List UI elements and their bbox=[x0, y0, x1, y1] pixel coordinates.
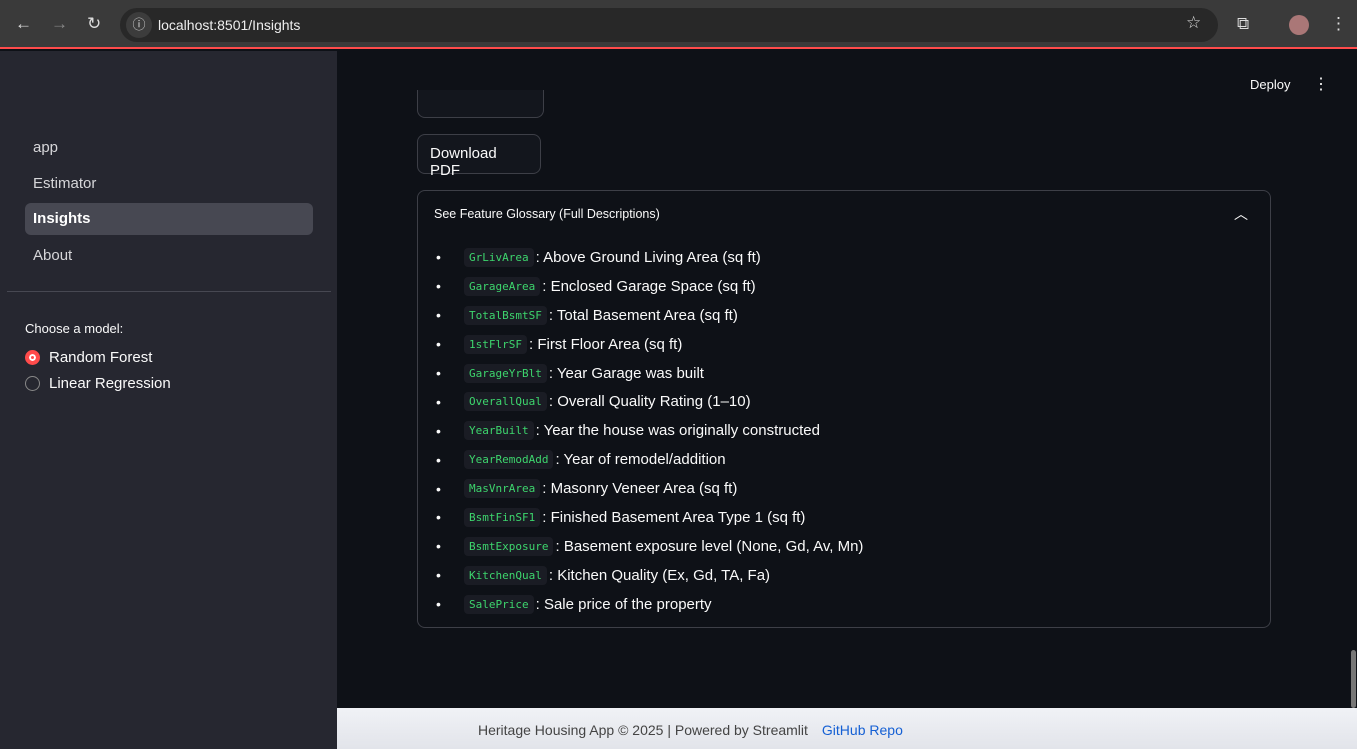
glossary-item: • GarageYrBlt: Year Garage was built bbox=[436, 359, 863, 388]
feature-description: : Enclosed Garage Space (sq ft) bbox=[542, 277, 756, 295]
bullet-icon: • bbox=[436, 307, 441, 324]
glossary-item: • GrLivArea: Above Ground Living Area (sq… bbox=[436, 243, 863, 272]
radio-linear-regression[interactable]: Linear Regression bbox=[25, 375, 171, 392]
browser-menu-icon[interactable]: ⋮ bbox=[1330, 14, 1347, 34]
glossary-item: • YearRemodAdd: Year of remodel/addition bbox=[436, 445, 863, 474]
feature-description: : Sale price of the property bbox=[535, 595, 712, 613]
bookmark-star-icon[interactable]: ☆ bbox=[1186, 13, 1201, 33]
previous-button-partial[interactable] bbox=[417, 90, 544, 118]
sidebar-divider bbox=[7, 291, 331, 292]
feature-description: : Kitchen Quality (Ex, Gd, TA, Fa) bbox=[548, 566, 771, 584]
sidebar-item-app[interactable]: app bbox=[25, 132, 313, 164]
bullet-icon: • bbox=[436, 509, 441, 526]
feature-description: : Overall Quality Rating (1–10) bbox=[548, 393, 751, 411]
glossary-item: • GarageArea: Enclosed Garage Space (sq f… bbox=[436, 272, 863, 301]
feature-code: YearRemodAdd bbox=[464, 450, 554, 470]
main-menu-icon[interactable]: ⋮ bbox=[1313, 74, 1329, 94]
glossary-item: • 1stFlrSF: First Floor Area (sq ft) bbox=[436, 330, 863, 359]
sidebar-item-estimator[interactable]: Estimator bbox=[25, 168, 313, 200]
glossary-item: • KitchenQual: Kitchen Quality (Ex, Gd, T… bbox=[436, 561, 863, 590]
feature-code: 1stFlrSF bbox=[464, 334, 527, 354]
sidebar-item-about[interactable]: About bbox=[25, 240, 313, 272]
feature-description: : Year Garage was built bbox=[548, 364, 704, 382]
feature-code: OverallQual bbox=[464, 392, 547, 412]
scrollbar[interactable] bbox=[1351, 650, 1356, 708]
expander-title[interactable]: See Feature Glossary (Full Descriptions) bbox=[434, 207, 660, 221]
feature-code: GarageArea bbox=[464, 276, 541, 296]
glossary-list: • GrLivArea: Above Ground Living Area (sq… bbox=[436, 243, 863, 619]
glossary-item: • BsmtExposure: Basement exposure level (… bbox=[436, 532, 863, 561]
footer-text: Heritage Housing App © 2025 | Powered by… bbox=[478, 722, 808, 738]
feature-description: : Finished Basement Area Type 1 (sq ft) bbox=[542, 508, 806, 526]
feature-code: BsmtExposure bbox=[464, 536, 554, 556]
bullet-icon: • bbox=[436, 480, 441, 497]
glossary-item: • SalePrice: Sale price of the property bbox=[436, 590, 863, 619]
radio-random-forest[interactable]: Random Forest bbox=[25, 349, 152, 366]
glossary-item: • OverallQual: Overall Quality Rating (1–… bbox=[436, 387, 863, 416]
glossary-item: • TotalBsmtSF: Total Basement Area (sq ft… bbox=[436, 301, 863, 330]
bullet-icon: • bbox=[436, 422, 441, 439]
feature-code: GrLivArea bbox=[464, 247, 534, 267]
feature-code: MasVnrArea bbox=[464, 479, 541, 499]
feature-code: SalePrice bbox=[464, 594, 534, 614]
extensions-icon[interactable]: ⧉ bbox=[1237, 14, 1249, 34]
back-icon[interactable]: ← bbox=[15, 14, 32, 34]
github-repo-link[interactable]: GitHub Repo bbox=[822, 722, 903, 738]
bullet-icon: • bbox=[436, 538, 441, 555]
footer: Heritage Housing App © 2025 | Powered by… bbox=[337, 708, 1357, 749]
reload-icon[interactable]: ↻ bbox=[87, 14, 101, 34]
glossary-item: • BsmtFinSF1: Finished Basement Area Type… bbox=[436, 503, 863, 532]
feature-code: GarageYrBlt bbox=[464, 363, 547, 383]
radio-label: Random Forest bbox=[49, 349, 153, 366]
deploy-button[interactable]: Deploy bbox=[1250, 77, 1290, 92]
feature-description: : Above Ground Living Area (sq ft) bbox=[535, 248, 761, 266]
feature-description: : Masonry Veneer Area (sq ft) bbox=[542, 480, 738, 498]
radio-label: Linear Regression bbox=[49, 375, 171, 392]
forward-icon[interactable]: → bbox=[51, 14, 68, 34]
glossary-item: • YearBuilt: Year the house was originall… bbox=[436, 416, 863, 445]
bullet-icon: • bbox=[436, 365, 441, 381]
feature-description: : Year the house was originally construc… bbox=[535, 422, 820, 440]
feature-description: : First Floor Area (sq ft) bbox=[528, 335, 683, 353]
bullet-icon: • bbox=[436, 567, 441, 584]
bullet-icon: • bbox=[436, 596, 441, 613]
feature-code: KitchenQual bbox=[464, 565, 547, 585]
feature-code: YearBuilt bbox=[464, 421, 534, 441]
browser-toolbar: ← → ↻ ⓘ localhost:8501/Insights ☆ ⧉ ⋮ bbox=[0, 0, 1357, 49]
feature-description: : Basement exposure level (None, Gd, Av,… bbox=[555, 537, 864, 555]
bullet-icon: • bbox=[436, 278, 441, 295]
sidebar: app Estimator Insights About Choose a mo… bbox=[0, 51, 337, 749]
feature-description: : Year of remodel/addition bbox=[555, 451, 726, 469]
url-text[interactable]: localhost:8501/Insights bbox=[158, 17, 300, 33]
glossary-item: • MasVnrArea: Masonry Veneer Area (sq ft) bbox=[436, 474, 863, 503]
chevron-up-icon[interactable]: ︿ bbox=[1234, 204, 1248, 224]
bullet-icon: • bbox=[436, 249, 441, 266]
feature-glossary-expander: See Feature Glossary (Full Descriptions)… bbox=[417, 190, 1271, 628]
radio-selected-icon bbox=[25, 350, 40, 365]
profile-avatar[interactable] bbox=[1289, 15, 1309, 35]
address-bar[interactable]: ⓘ localhost:8501/Insights bbox=[120, 8, 1218, 42]
feature-code: TotalBsmtSF bbox=[464, 305, 547, 325]
download-pdf-button[interactable]: Download PDF bbox=[417, 134, 541, 179]
site-info-icon[interactable]: ⓘ bbox=[126, 12, 152, 38]
model-label: Choose a model: bbox=[25, 321, 124, 336]
bullet-icon: • bbox=[436, 336, 441, 353]
bullet-icon: • bbox=[436, 451, 441, 468]
feature-code: BsmtFinSF1 bbox=[464, 507, 541, 527]
bullet-icon: • bbox=[436, 393, 441, 410]
radio-unselected-icon bbox=[25, 376, 40, 391]
sidebar-item-insights[interactable]: Insights bbox=[25, 203, 313, 235]
feature-description: : Total Basement Area (sq ft) bbox=[548, 306, 738, 324]
